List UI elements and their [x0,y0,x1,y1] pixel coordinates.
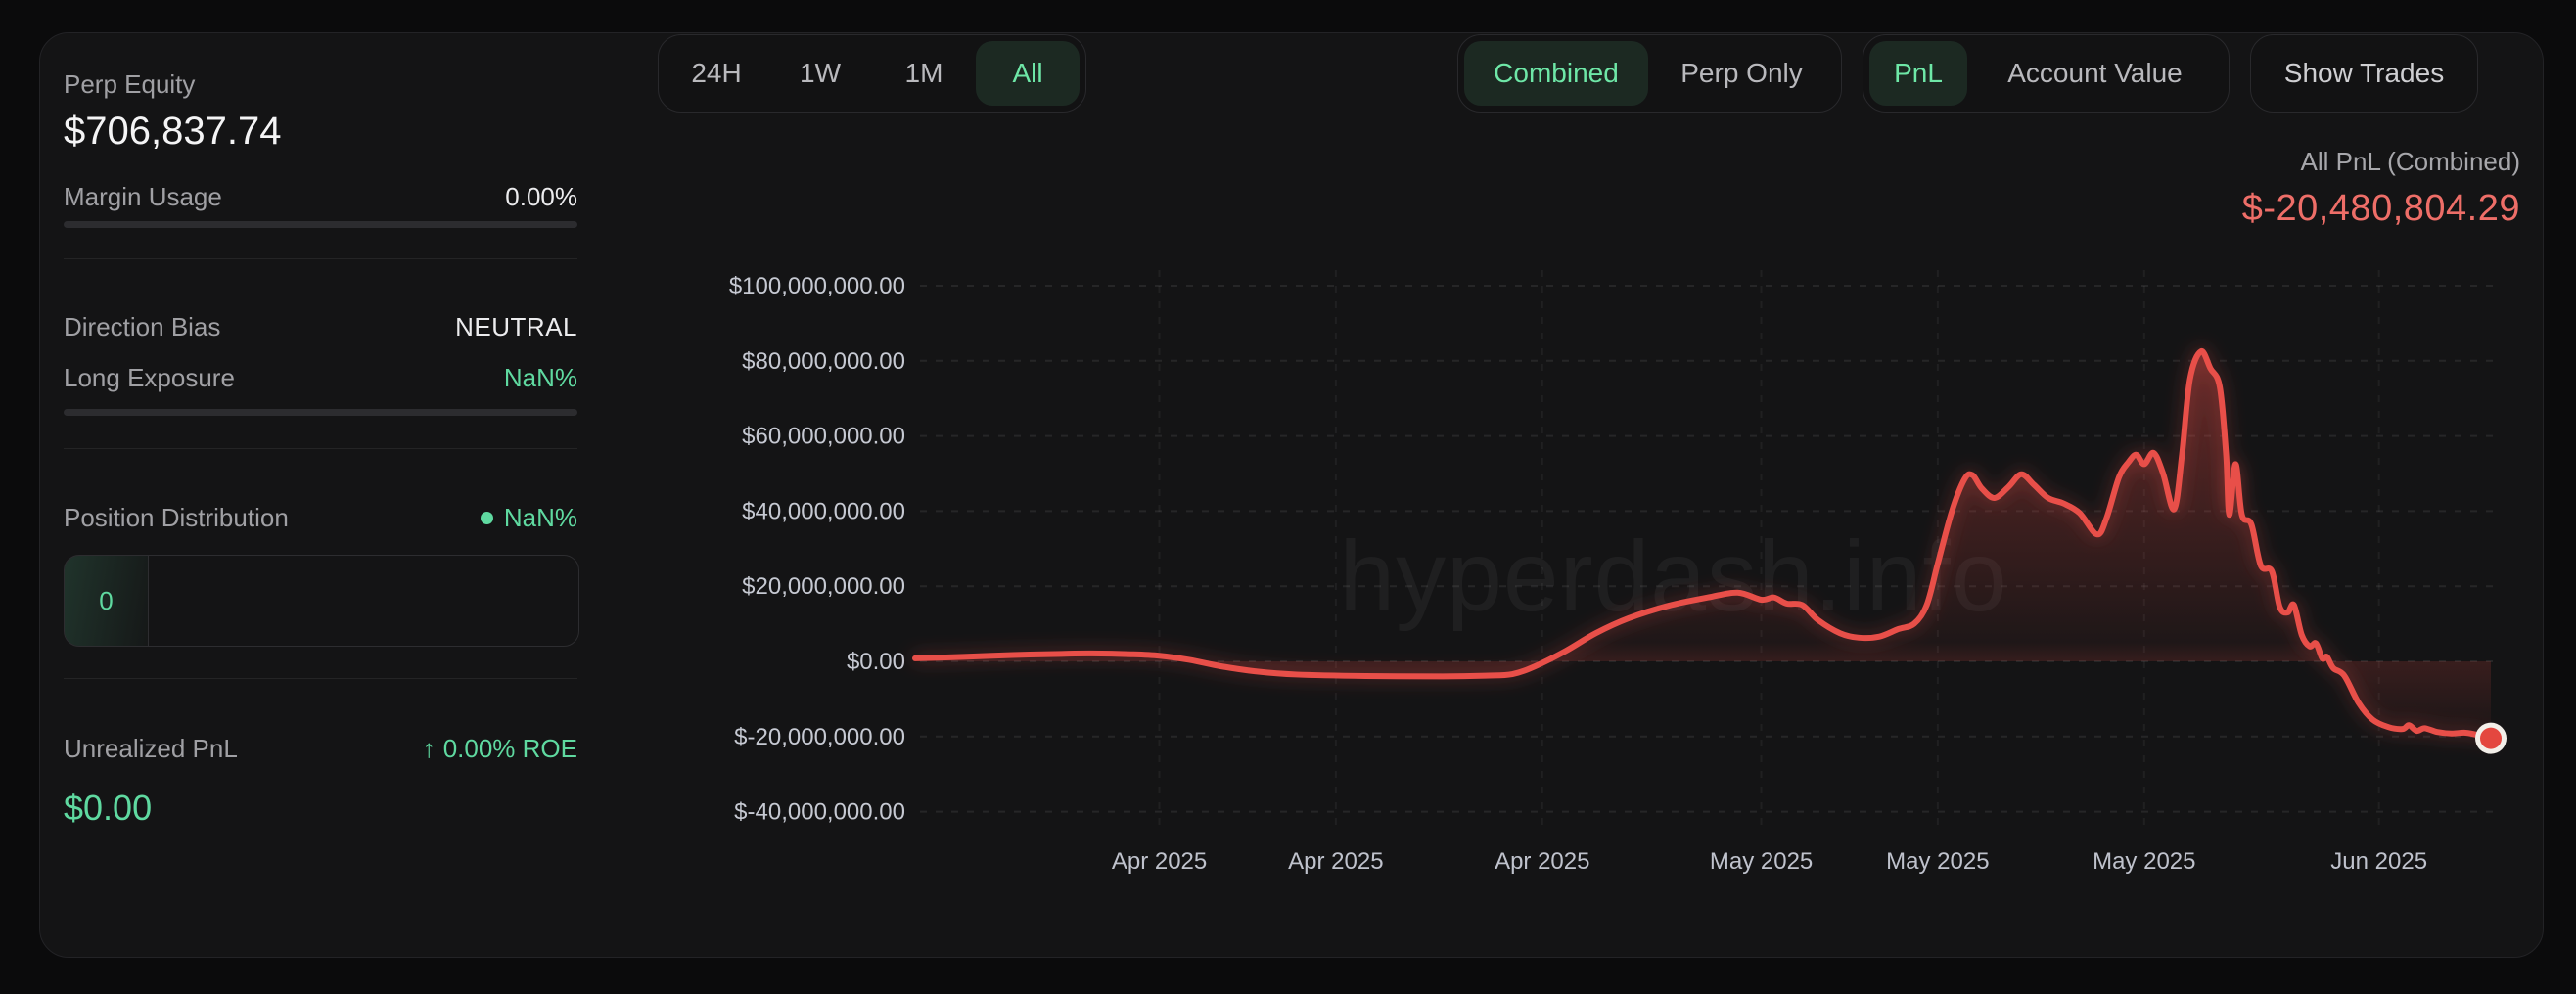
y-tick-label: $60,000,000.00 [742,424,905,450]
y-tick-label: $-20,000,000.00 [734,724,905,750]
y-tick-label: $0.00 [847,649,905,675]
y-tick-label: $100,000,000.00 [729,273,905,299]
y-tick-label: $-40,000,000.00 [734,799,905,826]
y-tick-label: $40,000,000.00 [742,498,905,524]
chart-gridlines [920,270,2502,828]
x-tick-label: May 2025 [2093,848,2195,875]
y-tick-label: $80,000,000.00 [742,348,905,375]
y-tick-label: $20,000,000.00 [742,573,905,600]
x-tick-label: May 2025 [1710,848,1813,875]
chart-series [915,351,2507,754]
x-tick-label: Jun 2025 [2330,848,2427,875]
x-tick-label: Apr 2025 [1288,848,1383,875]
pnl-chart[interactable]: $100,000,000.00 $80,000,000.00 $60,000,000… [0,0,2576,994]
x-tick-label: Apr 2025 [1495,848,1589,875]
x-tick-label: Apr 2025 [1112,848,1207,875]
dashboard: hyperdash.info Perp Equity $706,837.74 M… [0,0,2576,994]
pnl-line [915,351,2491,739]
x-tick-label: May 2025 [1886,848,1989,875]
end-marker-dot [2480,728,2502,749]
